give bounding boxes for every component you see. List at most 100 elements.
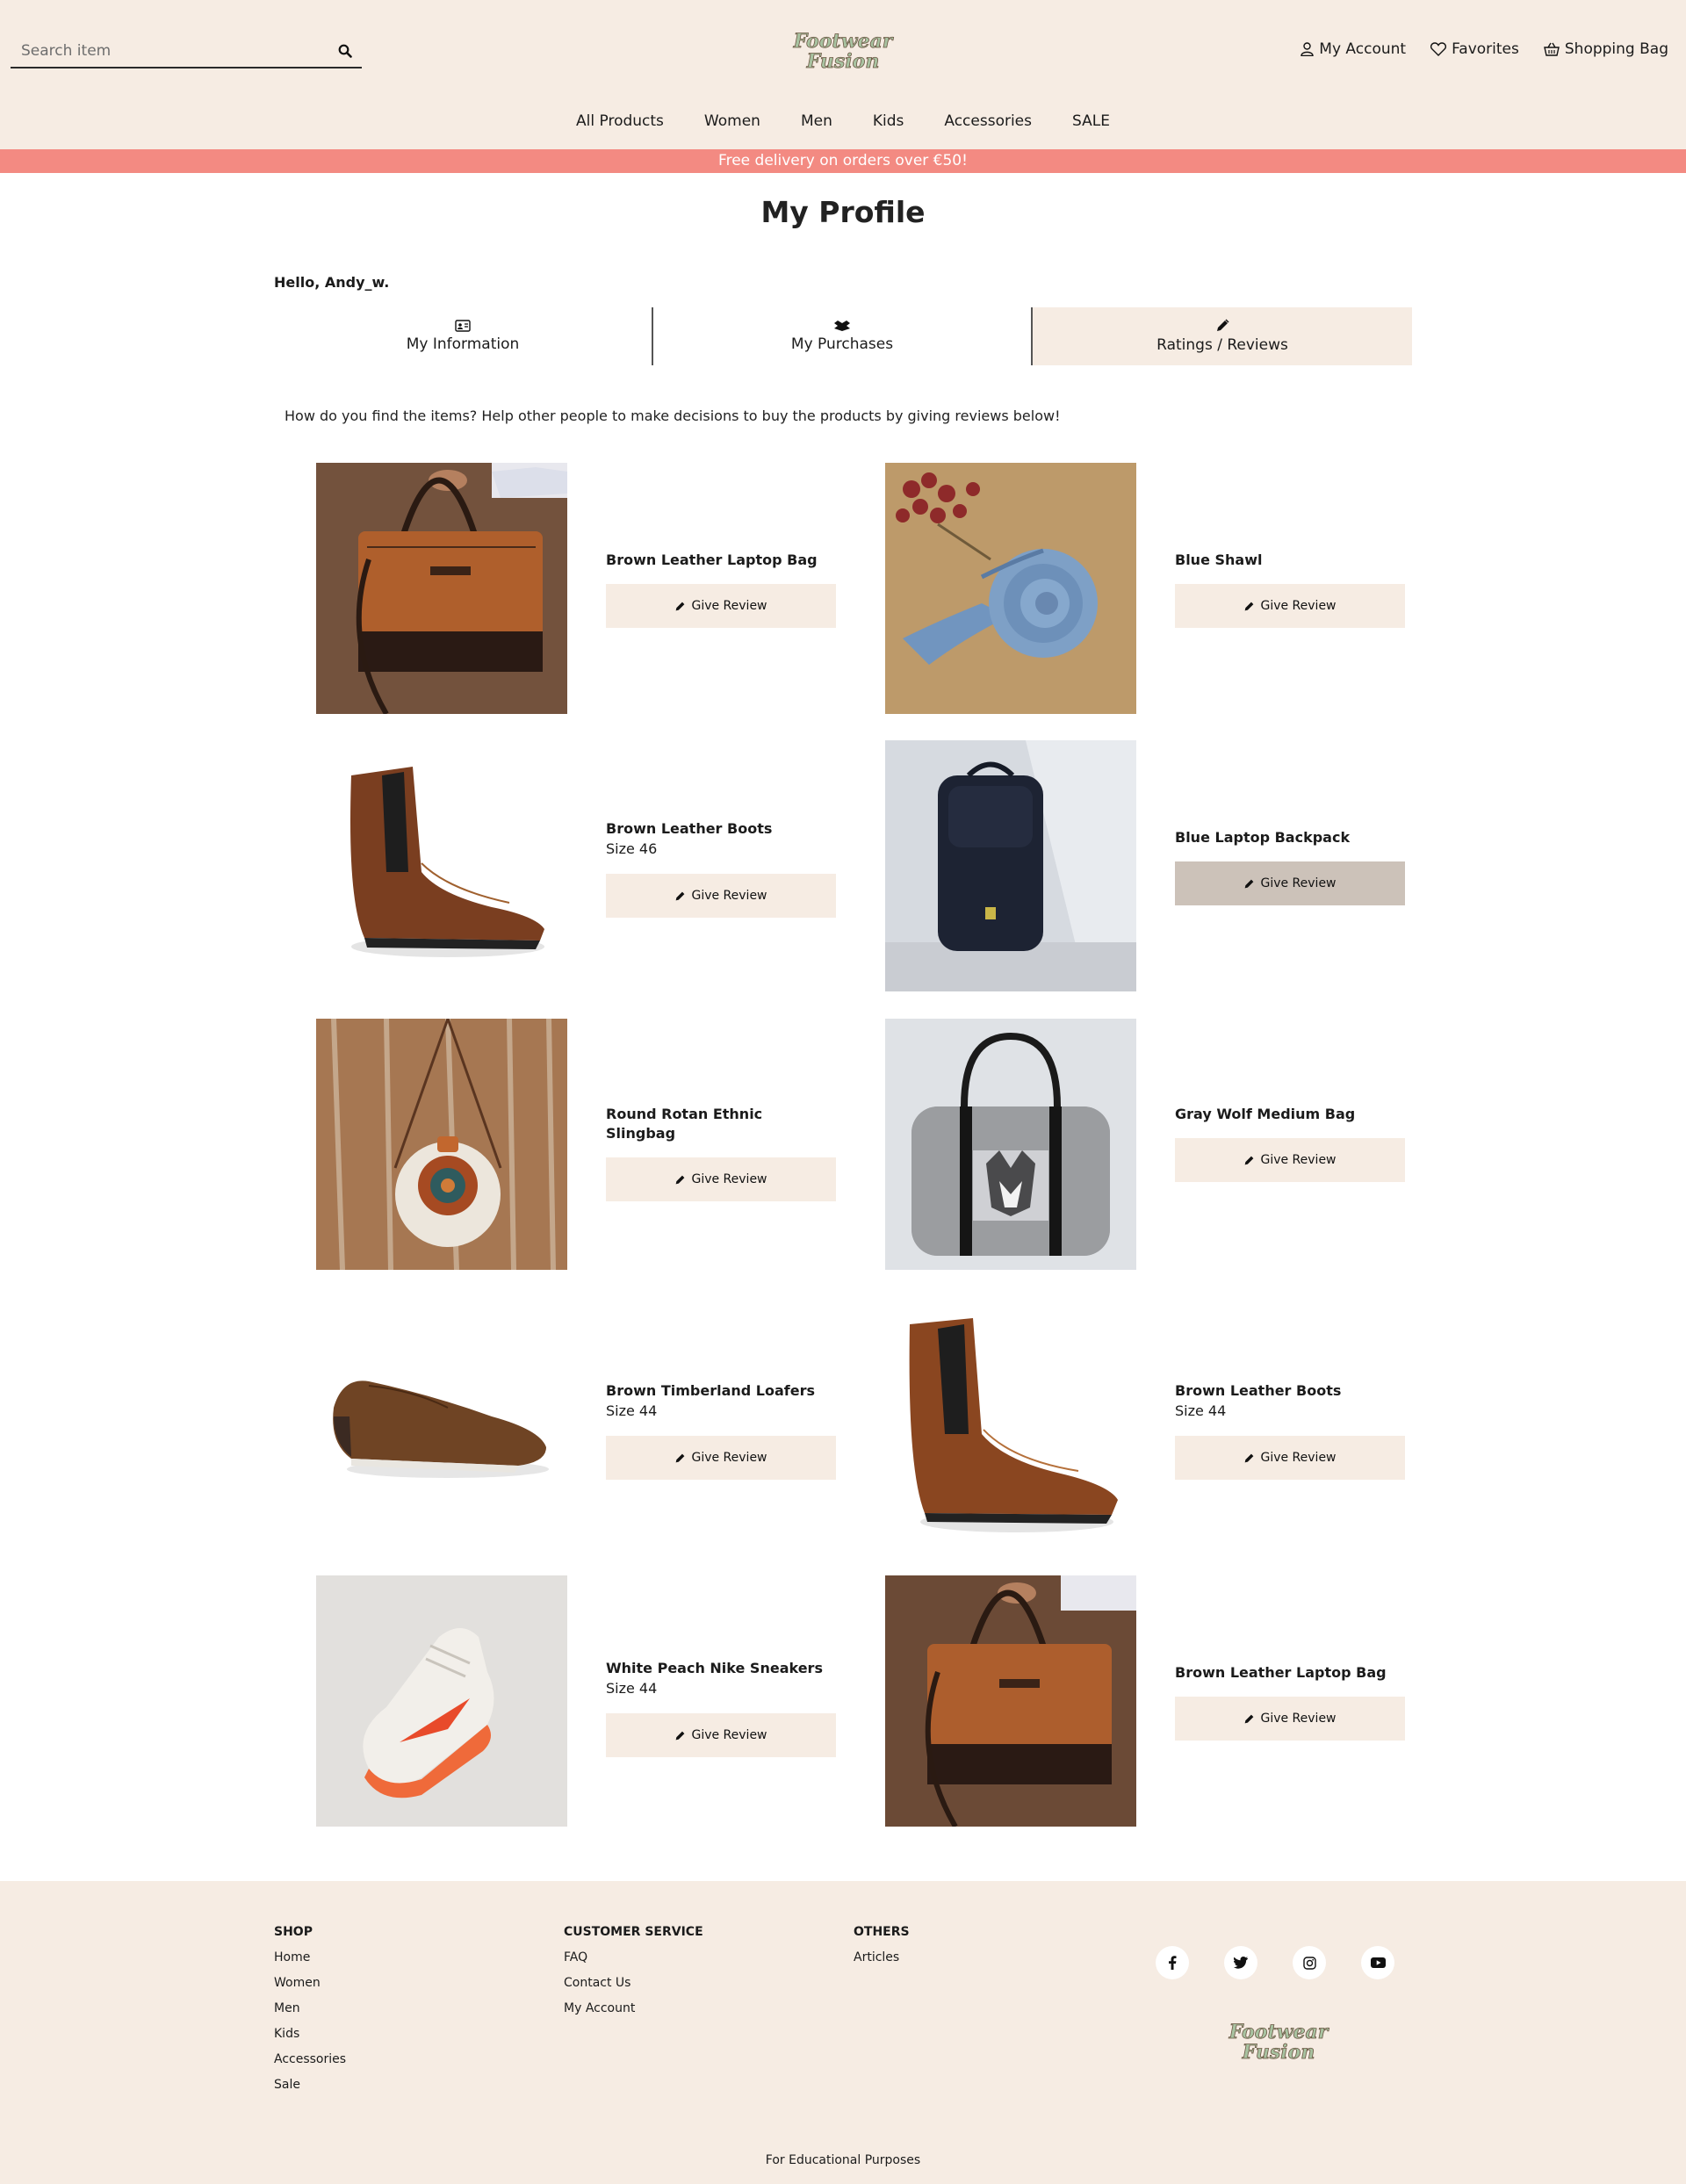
give-review-label: Give Review	[1260, 876, 1337, 890]
footer-link-sale[interactable]: Sale	[274, 2077, 346, 2094]
give-review-button[interactable]: Give Review	[606, 584, 836, 628]
footer-heading: CUSTOMER SERVICE	[564, 1925, 703, 1939]
nav-accessories[interactable]: Accessories	[924, 112, 1052, 130]
review-item: Brown Leather Boots Size 46 Give Review	[316, 740, 861, 991]
footer-service-column: CUSTOMER SERVICE FAQ Contact Us My Accou…	[564, 1925, 703, 2026]
nav-men[interactable]: Men	[781, 112, 853, 130]
item-size: Size 44	[606, 1680, 658, 1697]
greeting: Hello, Andy_w.	[274, 274, 390, 291]
give-review-button[interactable]: Give Review	[606, 1436, 836, 1480]
product-image-blue-shawl[interactable]	[885, 463, 1136, 714]
nav-all-products[interactable]: All Products	[556, 112, 684, 130]
item-name: Gray Wolf Medium Bag	[1175, 1106, 1356, 1122]
item-name: Brown Leather Boots	[1175, 1382, 1342, 1399]
footer-link-women[interactable]: Women	[274, 1975, 346, 1992]
tab-my-purchases[interactable]: My Purchases	[653, 307, 1033, 365]
give-review-label: Give Review	[691, 1451, 767, 1465]
footer-link-men[interactable]: Men	[274, 2000, 346, 2017]
boxes-icon	[834, 321, 850, 331]
nav-sale[interactable]: SALE	[1052, 112, 1130, 130]
give-review-button[interactable]: Give Review	[1175, 1436, 1405, 1480]
review-item: Brown Timberland Loafers Size 44 Give Re…	[316, 1311, 861, 1562]
product-image-sneakers[interactable]	[316, 1575, 567, 1827]
educational-note: For Educational Purposes	[765, 2153, 921, 2167]
product-image-brown-boots[interactable]	[885, 1311, 1136, 1562]
review-item: Blue Laptop Backpack Give Review	[885, 740, 1430, 991]
search-icon[interactable]	[332, 38, 358, 64]
nav-kids[interactable]: Kids	[853, 112, 925, 130]
give-review-label: Give Review	[1260, 599, 1337, 613]
profile-tabs: My Information My Purchases Ratings / Re…	[274, 307, 1412, 365]
footer-link-kids[interactable]: Kids	[274, 2026, 346, 2043]
product-image-wolf-bag[interactable]	[885, 1019, 1136, 1270]
review-item: White Peach Nike Sneakers Size 44 Give R…	[316, 1575, 861, 1827]
id-card-icon	[455, 320, 471, 332]
product-image-loafers[interactable]	[316, 1311, 567, 1562]
product-image-brown-boots[interactable]	[316, 740, 567, 991]
give-review-button[interactable]: Give Review	[606, 874, 836, 918]
item-name: Blue Laptop Backpack	[1175, 829, 1351, 846]
footer-heading: SHOP	[274, 1925, 313, 1939]
user-icon	[1301, 42, 1314, 56]
review-item: Round Rotan Ethnic Slingbag Give Review	[316, 1019, 861, 1270]
pen-icon	[1245, 602, 1254, 610]
item-name: Blue Shawl	[1175, 551, 1263, 568]
instagram-icon[interactable]	[1293, 1946, 1326, 1979]
tab-my-information[interactable]: My Information	[274, 307, 653, 365]
pen-icon	[1245, 1453, 1254, 1462]
give-review-button[interactable]: Give Review	[606, 1713, 836, 1757]
give-review-button[interactable]: Give Review	[1175, 1697, 1405, 1741]
footer-link-home[interactable]: Home	[274, 1950, 346, 1966]
tab-my-information-label: My Information	[406, 335, 520, 353]
footer-link-articles[interactable]: Articles	[854, 1950, 910, 1966]
tab-ratings-reviews[interactable]: Ratings / Reviews	[1033, 307, 1412, 365]
tab-my-purchases-label: My Purchases	[790, 335, 894, 353]
item-name: Brown Leather Boots	[606, 820, 773, 837]
shopping-bag-link[interactable]: Shopping Bag	[1544, 40, 1668, 58]
give-review-button[interactable]: Give Review	[1175, 584, 1405, 628]
search-box[interactable]: Search item	[11, 35, 362, 68]
review-item: Brown Leather Laptop Bag Give Review	[316, 463, 861, 714]
item-size: Size 44	[1175, 1402, 1227, 1419]
facebook-icon[interactable]	[1156, 1946, 1189, 1979]
product-image-slingbag[interactable]	[316, 1019, 567, 1270]
footer-link-my-account[interactable]: My Account	[564, 2000, 703, 2017]
promo-banner: Free delivery on orders over €50!	[0, 149, 1686, 173]
my-account-link[interactable]: My Account	[1301, 40, 1406, 58]
give-review-label: Give Review	[1260, 1153, 1337, 1167]
my-account-label: My Account	[1319, 40, 1407, 58]
item-name: White Peach Nike Sneakers	[606, 1660, 823, 1676]
nav-women[interactable]: Women	[684, 112, 781, 130]
footer-link-contact[interactable]: Contact Us	[564, 1975, 703, 1992]
give-review-label: Give Review	[1260, 1712, 1337, 1726]
pen-icon	[676, 1175, 685, 1184]
favorites-link[interactable]: Favorites	[1430, 40, 1519, 58]
footer-others-column: OTHERS Articles	[854, 1925, 910, 1975]
pen-icon	[1245, 879, 1254, 888]
shopping-bag-label: Shopping Bag	[1564, 40, 1668, 58]
product-image-backpack[interactable]	[885, 740, 1136, 991]
review-item: Blue Shawl Give Review	[885, 463, 1430, 714]
pen-icon	[676, 602, 685, 610]
product-image-laptop-bag[interactable]	[316, 463, 567, 714]
footer-logo[interactable]: Footwear Fusion	[1222, 2017, 1335, 2065]
pen-icon	[1245, 1156, 1254, 1164]
pen-icon	[1217, 319, 1229, 331]
give-review-button[interactable]: Give Review	[1175, 861, 1405, 905]
footer-link-accessories[interactable]: Accessories	[274, 2051, 346, 2068]
youtube-icon[interactable]	[1361, 1946, 1394, 1979]
give-review-label: Give Review	[691, 1728, 767, 1742]
pen-icon	[1245, 1714, 1254, 1723]
give-review-button[interactable]: Give Review	[1175, 1138, 1405, 1182]
give-review-button[interactable]: Give Review	[606, 1157, 836, 1201]
twitter-icon[interactable]	[1224, 1946, 1257, 1979]
item-name: Round Rotan Ethnic Slingbag	[606, 1106, 763, 1142]
pen-icon	[676, 891, 685, 900]
svg-text:Fusion: Fusion	[806, 50, 880, 73]
search-input[interactable]: Search item	[11, 42, 332, 60]
footer-link-faq[interactable]: FAQ	[564, 1950, 703, 1966]
site-logo[interactable]: Footwear Fusion	[787, 26, 899, 74]
item-size: Size 44	[606, 1402, 658, 1419]
item-name: Brown Leather Laptop Bag	[1175, 1664, 1387, 1681]
product-image-laptop-bag[interactable]	[885, 1575, 1136, 1827]
